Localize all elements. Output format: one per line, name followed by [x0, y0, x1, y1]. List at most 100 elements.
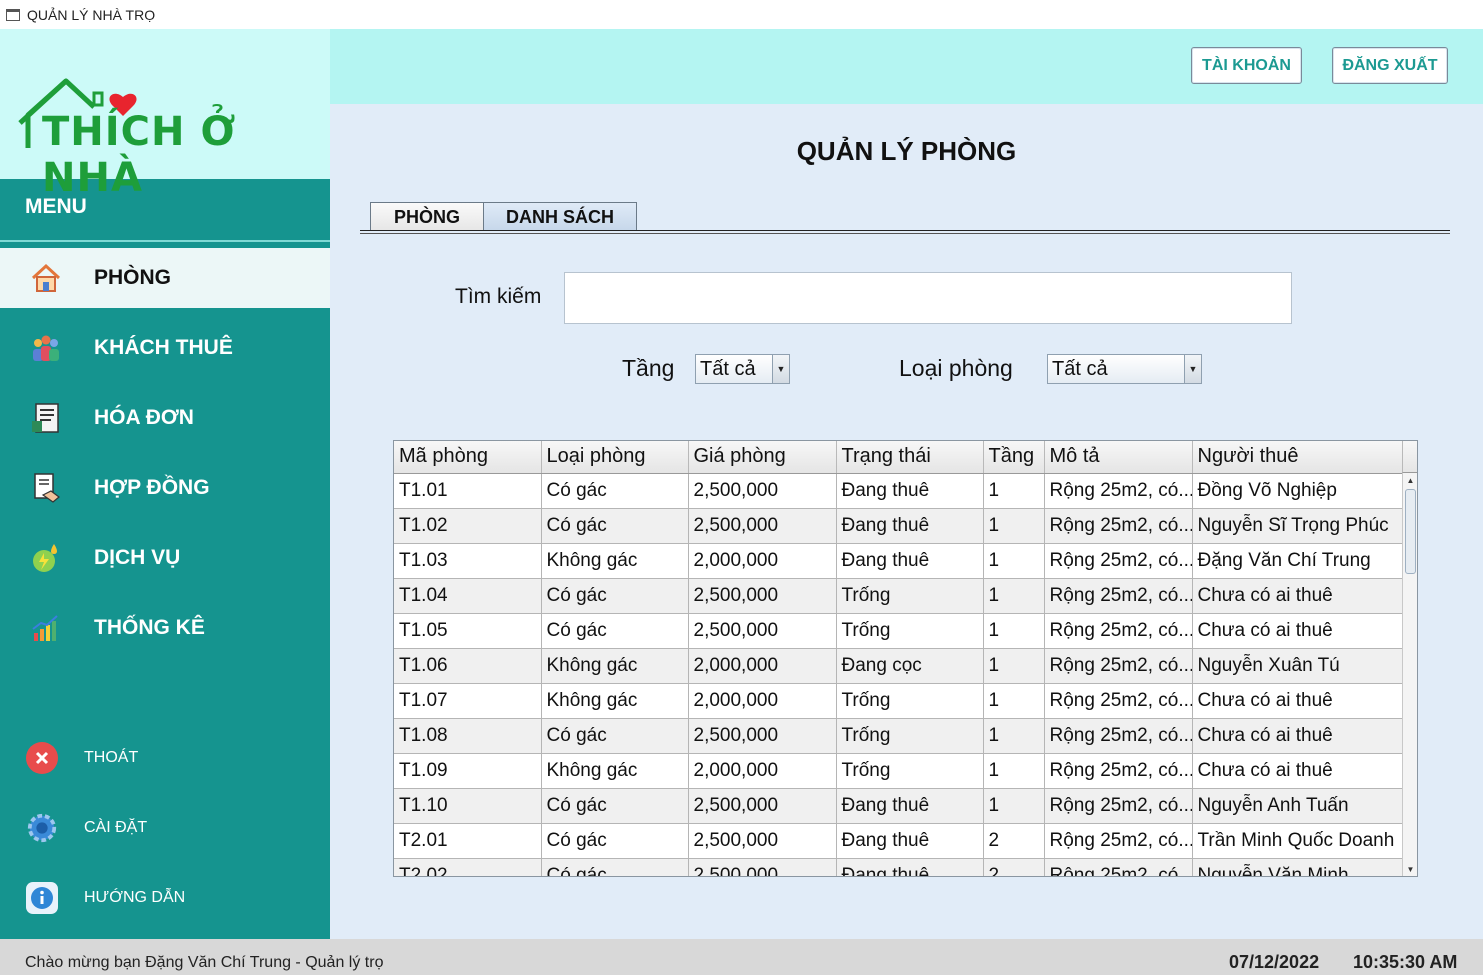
table-cell: Không gác: [541, 753, 689, 789]
table-cell: 2,500,000: [688, 473, 837, 509]
table-cell: Đang thuê: [836, 858, 984, 876]
table-cell: 2,500,000: [688, 858, 837, 876]
table-cell: Trần Minh Quốc Doanh: [1192, 823, 1404, 859]
table-cell: Đặng Văn Chí Trung: [1192, 543, 1404, 579]
sidebar-item-phong[interactable]: PHÒNG: [0, 248, 330, 308]
table-cell: T1.07: [394, 683, 542, 719]
table-cell: Trống: [836, 753, 984, 789]
table-scrollbar[interactable]: ▲ ▼: [1402, 473, 1417, 876]
tab-phong[interactable]: PHÒNG: [370, 202, 484, 231]
table-cell: Có gác: [541, 823, 689, 859]
column-header[interactable]: Tầng: [983, 441, 1045, 474]
table-cell: T1.01: [394, 473, 542, 509]
table-cell: T2.01: [394, 823, 542, 859]
table-cell: T1.10: [394, 788, 542, 824]
table-cell: Chưa có ai thuê: [1192, 753, 1404, 789]
settings-label: CÀI ĐẶT: [84, 819, 148, 836]
scroll-down-icon[interactable]: ▼: [1403, 862, 1417, 876]
table-row[interactable]: T1.07 Không gác 2,000,000 Trống 1 Rộng 25m2, …: [394, 683, 1404, 719]
table-row[interactable]: T1.06 Không gác 2,000,000 Đang cọc 1 Rộng 25m…: [394, 648, 1404, 684]
table-row[interactable]: T1.04 Có gác 2,500,000 Trống 1 Rộng 25m2, có.…: [394, 578, 1404, 614]
house-icon: [29, 261, 63, 295]
room-type-select[interactable]: Tất cả ▼: [1047, 354, 1202, 384]
chevron-down-icon: ▼: [772, 355, 789, 383]
table-row[interactable]: T2.02 Có gác 2,500,000 Đang thuê 2 Rộng 25m2,…: [394, 858, 1404, 876]
table-cell: 1: [983, 613, 1045, 649]
table-row[interactable]: T1.05 Có gác 2,500,000 Trống 1 Rộng 25m2, có.…: [394, 613, 1404, 649]
table-row[interactable]: T1.01 Có gác 2,500,000 Đang thuê 1 Rộng 25m2,…: [394, 473, 1404, 509]
table-cell: Đang thuê: [836, 543, 984, 579]
table-cell: Rộng 25m2, có...: [1044, 473, 1193, 509]
invoice-icon: [29, 401, 63, 435]
table-cell: 1: [983, 648, 1045, 684]
table-cell: Rộng 25m2, có...: [1044, 788, 1193, 824]
scroll-up-icon[interactable]: ▲: [1403, 473, 1417, 487]
column-header[interactable]: Mô tả: [1044, 441, 1193, 474]
table-row[interactable]: T2.01 Có gác 2,500,000 Đang thuê 2 Rộng 25m2,…: [394, 823, 1404, 859]
table-row[interactable]: T1.02 Có gác 2,500,000 Đang thuê 1 Rộng 25m2,…: [394, 508, 1404, 544]
menu-title: MENU: [25, 195, 87, 218]
table-cell: 1: [983, 718, 1045, 754]
table-cell: 2,500,000: [688, 823, 837, 859]
column-header[interactable]: Trạng thái: [836, 441, 984, 474]
table-cell: Đang thuê: [836, 473, 984, 509]
table-cell: Chưa có ai thuê: [1192, 683, 1404, 719]
table-cell: Rộng 25m2, có...: [1044, 823, 1193, 859]
page-title: QUẢN LÝ PHÒNG: [796, 136, 1017, 166]
room-type-select-value: Tất cả: [1052, 357, 1108, 380]
table-cell: T1.09: [394, 753, 542, 789]
table-cell: 1: [983, 788, 1045, 824]
people-icon: [29, 331, 63, 365]
table-cell: 1: [983, 508, 1045, 544]
table-row[interactable]: T1.10 Có gác 2,500,000 Đang thuê 1 Rộng 25m2,…: [394, 788, 1404, 824]
column-header[interactable]: Mã phòng: [394, 441, 542, 474]
table-cell: Có gác: [541, 578, 689, 614]
search-input[interactable]: [564, 272, 1292, 324]
table-cell: 1: [983, 543, 1045, 579]
table-cell: 2,500,000: [688, 788, 837, 824]
column-header[interactable]: Người thuê: [1192, 441, 1404, 474]
floor-select[interactable]: Tất cả ▼: [695, 354, 790, 384]
window-title: QUẢN LÝ NHÀ TRỌ: [27, 6, 156, 23]
rooms-table: Mã phòng Loại phòng Giá phòng Trạng thái Tần…: [393, 440, 1418, 877]
table-cell: Trống: [836, 718, 984, 754]
window-titlebar: QUẢN LÝ NHÀ TRỌ: [0, 0, 1483, 29]
table-cell: 1: [983, 753, 1045, 789]
logo: THÍCH Ở NHÀ: [0, 29, 330, 201]
gear-icon: [26, 812, 58, 844]
sidebar-item-label: HỢP ĐỒNG: [94, 476, 210, 499]
logout-button[interactable]: ĐĂNG XUẤT: [1332, 47, 1448, 84]
search-label: Tìm kiếm: [455, 285, 542, 308]
column-header[interactable]: Loại phòng: [541, 441, 689, 474]
settings-button[interactable]: CÀI ĐẶT: [0, 803, 330, 853]
table-cell: 2: [983, 858, 1045, 876]
account-button[interactable]: TÀI KHOẢN: [1191, 47, 1302, 84]
header-band: [330, 29, 1483, 104]
help-button[interactable]: HƯỚNG DẪN: [0, 873, 330, 923]
table-cell: Rộng 25m2, có...: [1044, 508, 1193, 544]
help-label: HƯỚNG DẪN: [84, 889, 186, 906]
table-cell: Rộng 25m2, có...: [1044, 613, 1193, 649]
service-icon: [29, 541, 63, 575]
table-row[interactable]: T1.09 Không gác 2,000,000 Trống 1 Rộng 25m2, …: [394, 753, 1404, 789]
table-cell: T1.04: [394, 578, 542, 614]
scrollbar-thumb[interactable]: [1405, 489, 1416, 574]
sidebar-item-dich-vu[interactable]: DỊCH VỤ: [0, 528, 330, 588]
table-cell: Đang thuê: [836, 823, 984, 859]
sidebar-item-thong-ke[interactable]: THỐNG KÊ: [0, 598, 330, 658]
exit-button[interactable]: THOÁT: [0, 733, 330, 783]
sidebar-item-hop-dong[interactable]: HỢP ĐỒNG: [0, 458, 330, 518]
table-cell: Nguyễn Văn Minh: [1192, 858, 1404, 876]
table-cell: Rộng 25m2, có...: [1044, 718, 1193, 754]
sidebar-item-hoa-don[interactable]: HÓA ĐƠN: [0, 388, 330, 448]
sidebar-item-khach-thue[interactable]: KHÁCH THUÊ: [0, 318, 330, 378]
exit-label: THOÁT: [84, 749, 139, 766]
table-row[interactable]: T1.08 Có gác 2,500,000 Trống 1 Rộng 25m2, có.…: [394, 718, 1404, 754]
table-cell: Nguyễn Sĩ Trọng Phúc: [1192, 508, 1404, 544]
column-header[interactable]: Giá phòng: [688, 441, 837, 474]
table-cell: 1: [983, 473, 1045, 509]
table-row[interactable]: T1.03 Không gác 2,000,000 Đang thuê 1 Rộng 25…: [394, 543, 1404, 579]
table-cell: Không gác: [541, 683, 689, 719]
tab-danh-sach[interactable]: DANH SÁCH: [483, 202, 637, 231]
menu-divider: [0, 240, 330, 242]
